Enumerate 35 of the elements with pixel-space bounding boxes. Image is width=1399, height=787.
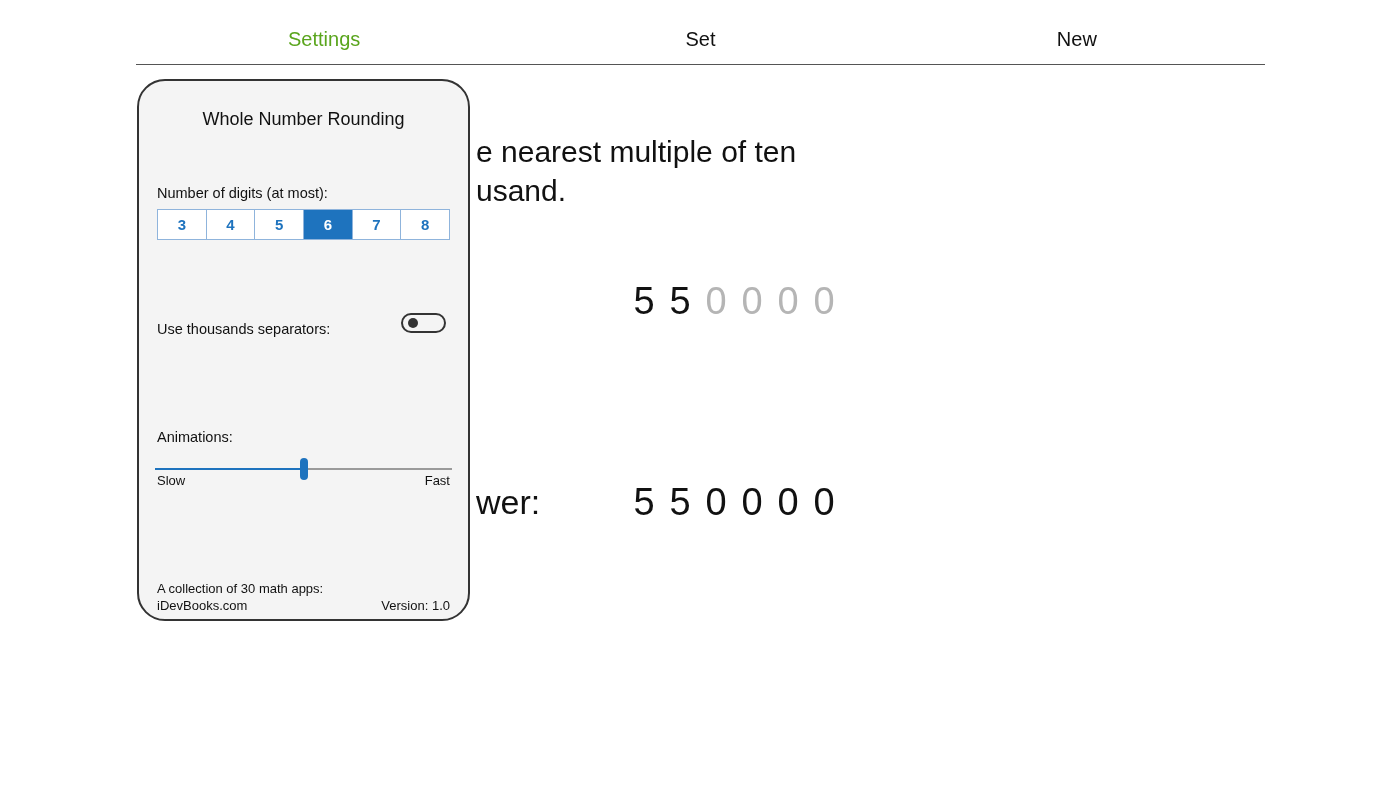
problem-digit: 0	[741, 280, 763, 323]
website-link[interactable]: iDevBooks.com	[157, 598, 248, 613]
nav-tab[interactable]: New	[1052, 28, 1101, 51]
collection-text: A collection of 30 math apps:	[157, 581, 325, 596]
problem-digit: 0	[705, 280, 727, 323]
digit-option[interactable]: 7	[351, 210, 401, 239]
answer-digit: 0	[813, 481, 835, 524]
answer-digit: 5	[669, 481, 691, 524]
digit-option[interactable]: 6	[303, 210, 352, 239]
digit-option[interactable]: 8	[400, 210, 450, 239]
animations-label: Animations:	[157, 429, 234, 445]
answer-digit: 0	[705, 481, 727, 524]
digits-label: Number of digits (at most):	[157, 185, 329, 201]
digit-option[interactable]: 5	[254, 210, 303, 239]
separators-label: Use thousands separators:	[157, 321, 331, 337]
problem-digit: 5	[633, 280, 655, 323]
answer-digit: 5	[633, 481, 655, 524]
digit-option[interactable]: 4	[205, 210, 255, 239]
question-text: e nearest multiple of ten	[476, 134, 798, 170]
nav-tab[interactable]: Settings	[284, 28, 365, 51]
fast-label: Fast	[424, 473, 450, 488]
problem-digit: 0	[777, 280, 799, 323]
answer-digit: 0	[777, 481, 799, 524]
digit-option[interactable]: 3	[158, 210, 206, 239]
version-text: Version: 1.0	[381, 598, 450, 613]
separators-toggle[interactable]	[401, 313, 446, 333]
nav-tab[interactable]: Set	[681, 28, 720, 51]
panel-title: Whole Number Rounding	[201, 109, 406, 130]
answer-digit: 0	[741, 481, 763, 524]
slow-label: Slow	[157, 473, 186, 488]
problem-digit: 0	[813, 280, 835, 323]
problem-digit: 5	[669, 280, 691, 323]
answer-label: wer:	[476, 483, 542, 522]
question-text: usand.	[476, 173, 568, 209]
slider-thumb[interactable]	[299, 458, 308, 480]
